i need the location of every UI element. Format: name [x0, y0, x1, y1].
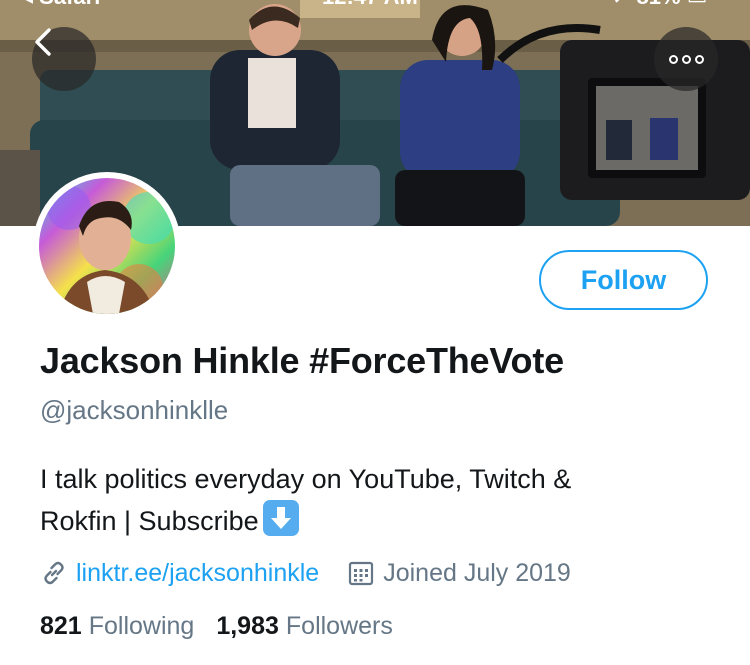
- following-stat[interactable]: 821 Following: [40, 612, 194, 641]
- bio-line: Rokfin | Subscribe: [40, 500, 720, 542]
- follow-button[interactable]: Follow: [539, 250, 708, 310]
- following-label: Following: [88, 612, 195, 640]
- status-carrier: ◂ Safari ▪▪▪: [22, 0, 130, 10]
- bio-text: Rokfin | Subscribe: [40, 506, 259, 536]
- more-options-button[interactable]: [654, 27, 718, 91]
- status-time: 12:47 AM: [322, 0, 418, 10]
- followers-stat[interactable]: 1,983 Followers: [216, 612, 393, 641]
- following-count: 821: [40, 612, 82, 640]
- more-horizontal-icon: [668, 54, 704, 64]
- link-icon: [44, 561, 64, 585]
- website-link-text[interactable]: linktr.ee/jacksonhinkle: [76, 559, 319, 588]
- calendar-icon: [349, 561, 374, 586]
- down-arrow-emoji-icon: [262, 500, 299, 536]
- profile-stats: 821 Following 1,983 Followers: [40, 612, 415, 641]
- joined-date: Joined July 2019: [347, 559, 571, 588]
- back-button[interactable]: [32, 27, 96, 91]
- chevron-left-icon: [35, 28, 51, 56]
- status-battery: ↗ 81% ▭: [612, 0, 707, 10]
- avatar[interactable]: [33, 172, 181, 320]
- user-handle: @jacksonhinklle: [40, 395, 229, 425]
- status-bar: ◂ Safari ▪▪▪ 12:47 AM ↗ 81% ▭: [0, 0, 750, 10]
- profile-meta: linktr.ee/jacksonhinkle Joined July 2019: [40, 556, 571, 590]
- display-name: Jackson Hinkle #ForceTheVote: [40, 340, 564, 381]
- joined-text: Joined July 2019: [383, 558, 571, 587]
- profile-website-link[interactable]: linktr.ee/jacksonhinkle: [40, 559, 319, 588]
- profile-bio: I talk politics everyday on YouTube, Twi…: [40, 458, 720, 542]
- followers-label: Followers: [285, 612, 393, 640]
- avatar-photo: [39, 178, 175, 314]
- followers-count: 1,983: [216, 612, 279, 640]
- bio-line: I talk politics everyday on YouTube, Twi…: [40, 464, 572, 494]
